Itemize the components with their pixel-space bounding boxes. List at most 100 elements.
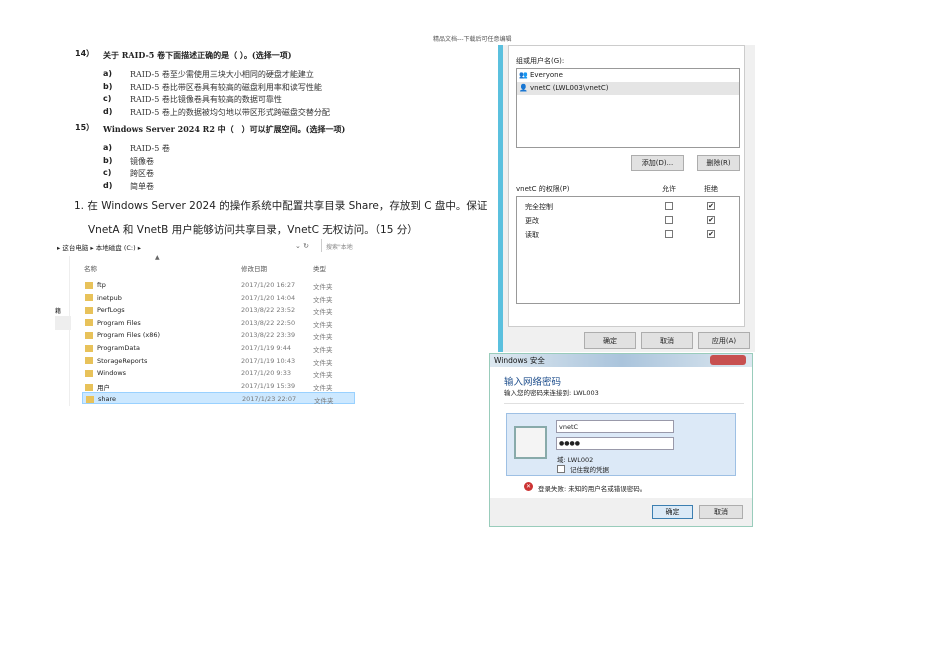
file-name: Windows — [97, 369, 127, 378]
file-row[interactable]: ProgramData 2017/1/19 9:44 文件夹 — [82, 342, 355, 354]
cancel-button[interactable]: 取消 — [641, 332, 693, 349]
file-row[interactable]: Windows 2017/1/20 9:33 文件夹 — [82, 367, 355, 379]
file-row[interactable]: share 2017/1/23 22:07 文件夹 — [82, 392, 355, 406]
option-text: 镜像卷 — [130, 156, 154, 166]
user-item-vnetc[interactable]: 👤 vnetC (LWL003\vnetC) — [517, 82, 739, 95]
file-type: 文件夹 — [313, 333, 333, 342]
file-type: 文件夹 — [313, 383, 333, 392]
group-icon: 👥 — [519, 71, 528, 79]
file-type: 文件夹 — [313, 371, 333, 380]
file-explorer: ▸ 这台电脑 ▸ 本地磁盘 (C:) ▸ ⌄ ↻ 搜索"本地 籍 名称 ▲ 修改… — [55, 238, 355, 406]
crumb-c-drive[interactable]: 本地磁盘 (C:) — [96, 244, 136, 252]
remember-label: 记住我的凭据 — [570, 466, 609, 474]
folder-icon — [85, 357, 93, 365]
allow-header: 允许 — [662, 185, 676, 193]
folder-icon — [85, 369, 93, 377]
file-row[interactable]: 用户 2017/1/19 15:39 文件夹 — [82, 380, 355, 392]
option-text: RAID-5 卷 — [130, 144, 170, 153]
file-name: ProgramData — [97, 344, 140, 352]
user-tile-icon — [514, 426, 547, 459]
option-text: RAID-5 卷至少需使用三块大小相同的硬盘才能建立 — [130, 70, 314, 79]
deny-checkbox[interactable]: ✔ — [707, 230, 715, 238]
error-message: 登录失败: 未知的用户名或错误密码。 — [538, 485, 647, 493]
login-ok-button[interactable]: 确定 — [652, 505, 693, 519]
dropdown-refresh[interactable]: ⌄ ↻ — [295, 242, 309, 250]
folder-icon — [85, 384, 93, 392]
remember-checkbox[interactable] — [557, 465, 565, 473]
option-text: RAID-5 卷比带区卷具有较高的磁盘利用率和读写性能 — [130, 82, 322, 92]
file-date: 2013/8/22 23:52 — [241, 306, 296, 315]
option-letter: b) — [103, 81, 113, 91]
file-name: share — [98, 395, 117, 404]
folder-icon — [86, 395, 94, 403]
allow-checkbox[interactable] — [665, 202, 673, 210]
group-label: 组或用户名(G): — [516, 57, 565, 65]
question-text: Windows Server 2024 R2 中（ ）可以扩展空间。(选择一项) — [103, 124, 346, 134]
permissions-label: vnetC 的权限(P) — [516, 185, 570, 193]
file-type: 文件夹 — [313, 283, 333, 291]
file-type: 文件夹 — [314, 397, 334, 406]
option-text: RAID-5 卷比镜像卷具有较高的数据可靠性 — [130, 95, 282, 104]
column-date[interactable]: 修改日期 — [241, 263, 267, 273]
file-date: 2017/1/20 14:04 — [241, 293, 296, 302]
apply-button[interactable]: 应用(A) — [698, 332, 750, 349]
permission-name: 读取 — [525, 231, 539, 239]
file-date: 2013/8/22 22:50 — [241, 318, 296, 327]
deny-checkbox[interactable]: ✔ — [707, 202, 715, 210]
file-row[interactable]: Program Files 2013/8/22 22:50 文件夹 — [82, 317, 355, 329]
option-text: RAID-5 卷上的数据被均匀地以带区形式跨磁盘交替分配 — [130, 107, 330, 117]
allow-checkbox[interactable] — [665, 216, 673, 224]
file-type: 文件夹 — [313, 346, 333, 354]
close-button[interactable] — [710, 355, 746, 365]
login-heading: 输入网络密码 — [504, 377, 562, 388]
nav-pane[interactable]: 籍 — [55, 256, 71, 406]
password-input[interactable]: ●●●● — [556, 437, 674, 450]
file-row[interactable]: inetpub 2017/1/20 14:04 文件夹 — [82, 292, 355, 304]
user-list[interactable]: 👥 Everyone 👤 vnetC (LWL003\vnetC) — [516, 68, 740, 148]
column-name[interactable]: 名称 — [84, 263, 97, 273]
column-type[interactable]: 类型 — [313, 263, 326, 273]
allow-checkbox[interactable] — [665, 230, 673, 238]
error-icon: ✕ — [524, 482, 533, 491]
task-line-2: VnetA 和 VnetB 用户能够访问共享目录，VnetC 无权访问。（15 … — [88, 224, 418, 236]
file-name: inetpub — [97, 293, 122, 302]
user-icon: 👤 — [519, 84, 528, 92]
breadcrumb[interactable]: ▸ 这台电脑 ▸ 本地磁盘 (C:) ▸ — [57, 242, 141, 252]
file-date: 2017/1/20 9:33 — [241, 369, 291, 378]
left-window-edge — [490, 45, 498, 352]
file-row[interactable]: PerfLogs 2013/8/22 23:52 文件夹 — [82, 304, 355, 316]
file-date: 2013/8/22 23:39 — [241, 331, 296, 340]
file-type: 文件夹 — [313, 320, 333, 329]
title-bar: Windows 安全 — [490, 354, 752, 367]
sort-arrow-icon: ▲ — [155, 254, 160, 261]
file-date: 2017/1/23 22:07 — [242, 395, 297, 404]
ok-button[interactable]: 确定 — [584, 332, 636, 349]
file-row[interactable]: Program Files (x86) 2013/8/22 23:39 文件夹 — [82, 329, 355, 341]
file-type: 文件夹 — [313, 358, 333, 367]
remove-button[interactable]: 删除(R) — [697, 155, 740, 171]
divider — [504, 403, 744, 404]
file-type: 文件夹 — [313, 295, 333, 304]
file-row[interactable]: ftp 2017/1/20 16:27 文件夹 — [82, 279, 355, 291]
file-date: 2017/1/19 15:39 — [241, 381, 296, 390]
task-line-1: 1. 在 Windows Server 2024 的操作系统中配置共享目录 Sh… — [74, 200, 488, 212]
search-input[interactable]: 搜索"本地 — [321, 239, 361, 252]
add-button[interactable]: 添加(D)... — [631, 155, 684, 171]
domain-label: 域: LWL002 — [557, 456, 594, 464]
option-letter: b) — [103, 155, 113, 165]
page-header: 精品文档---下载后可任意编辑 — [433, 36, 512, 43]
question-text: 关于 RAID-5 卷下面描述正确的是（ ）。(选择一项) — [103, 50, 292, 60]
permission-name: 更改 — [525, 217, 539, 225]
security-dialog: 组或用户名(G): 👥 Everyone 👤 vnetC (LWL003\vne… — [490, 45, 755, 352]
username-input[interactable]: vnetC — [556, 420, 674, 433]
crumb-this-pc[interactable]: 这台电脑 — [62, 244, 88, 252]
file-row[interactable]: StorageReports 2017/1/19 10:43 文件夹 — [82, 355, 355, 367]
login-cancel-button[interactable]: 取消 — [699, 505, 743, 519]
nav-item[interactable] — [55, 316, 71, 330]
user-item-everyone[interactable]: 👥 Everyone — [519, 71, 563, 79]
nav-label: 籍 — [55, 308, 62, 315]
option-letter: a) — [103, 143, 113, 152]
file-date: 2017/1/19 10:43 — [241, 356, 296, 365]
deny-checkbox[interactable]: ✔ — [707, 216, 715, 224]
option-text: 简单卷 — [130, 181, 154, 191]
